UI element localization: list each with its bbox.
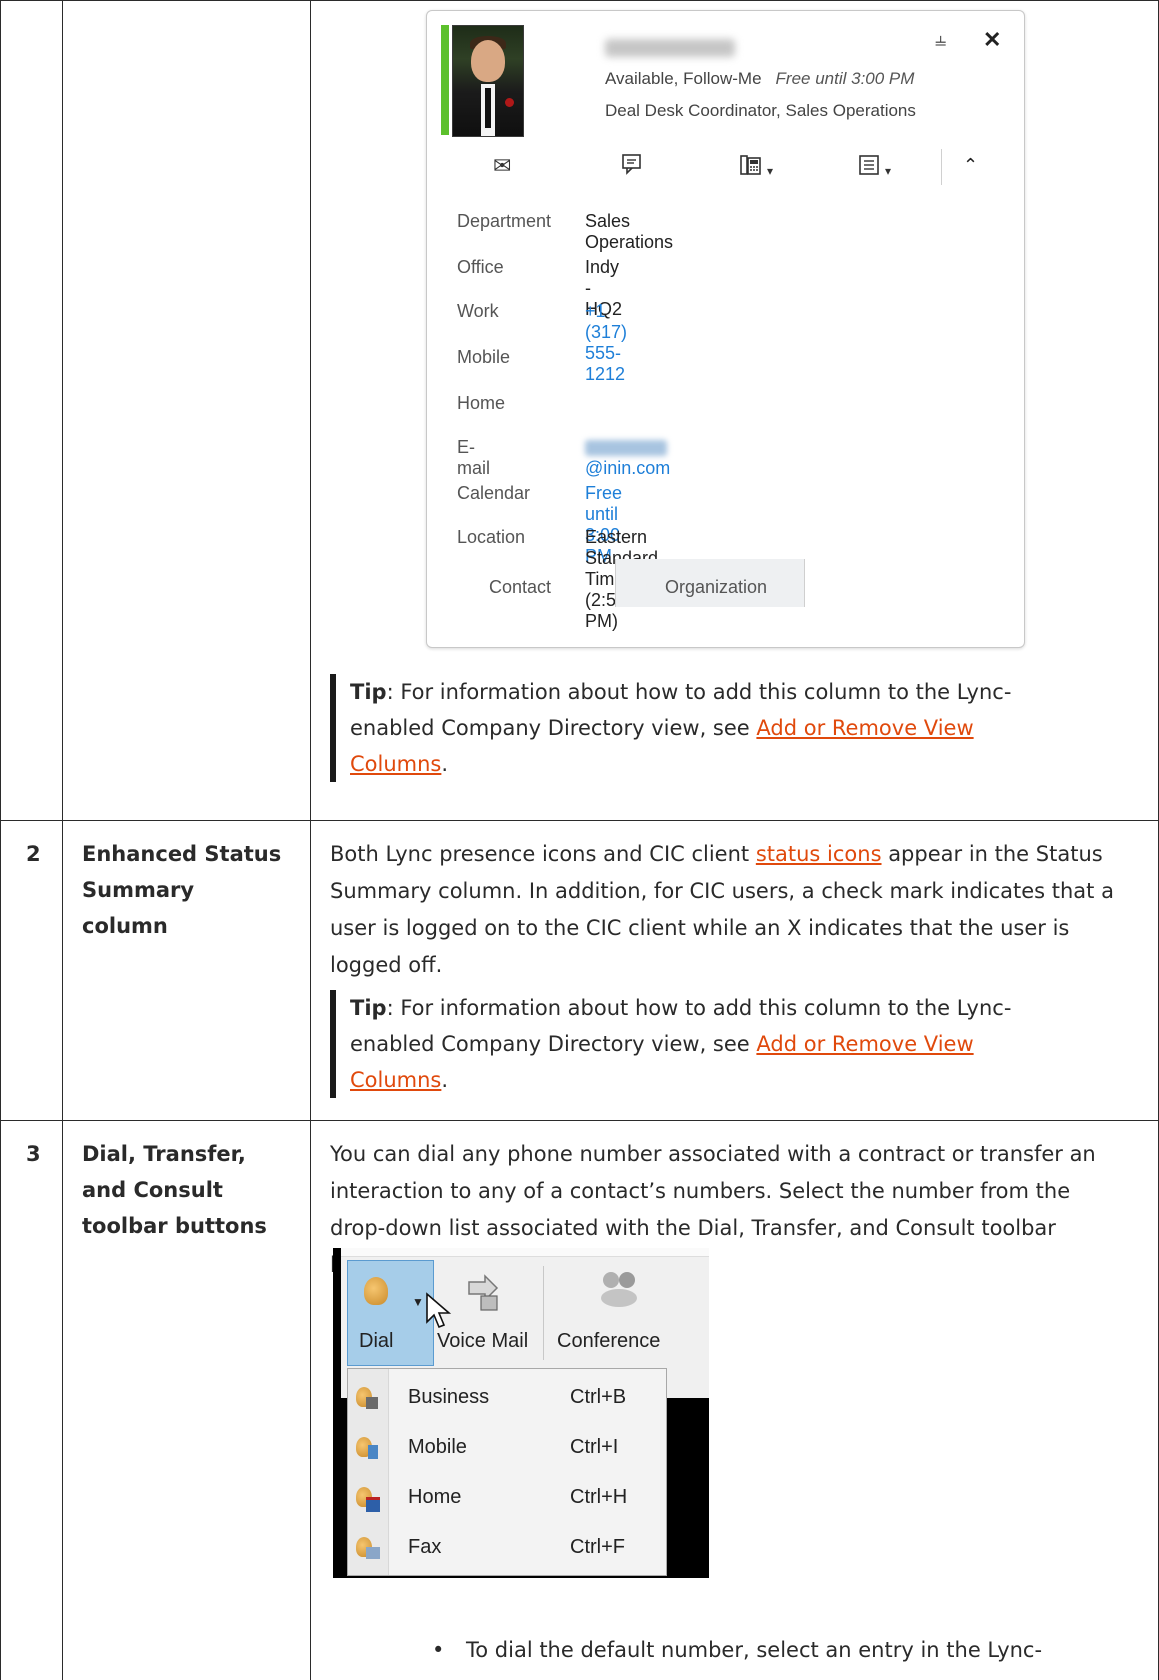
email-link[interactable]: @inin.com (585, 437, 671, 479)
dial-toolbar-screenshot: ▼ Dial Voice Mail Conference Business Ctr… (333, 1248, 709, 1578)
voicemail-icon[interactable] (463, 1272, 503, 1312)
menu-item-home[interactable]: Home Ctrl+H (348, 1473, 666, 1521)
table-column-divider-1 (62, 0, 63, 1680)
bullet-icon: • (432, 1638, 445, 1662)
contact-job-title: Deal Desk Coordinator, Sales Operations (605, 101, 916, 120)
contact-status: Available, Follow-Me Free until 3:00 PM (605, 69, 915, 88)
mobile-phone-icon (356, 1437, 380, 1459)
presence-indicator (441, 25, 449, 135)
contact-free-until: Free until 3:00 PM (775, 69, 915, 88)
table-border-top (0, 0, 1159, 1)
chat-icon[interactable] (621, 153, 643, 181)
work-phone-link[interactable]: +1 (317) 555-1212 (585, 301, 627, 385)
row-title: Dial, Transfer, and Consult toolbar butt… (82, 1142, 267, 1238)
list-icon[interactable]: ▾ (857, 153, 891, 183)
menu-item-business[interactable]: Business Ctrl+B (348, 1373, 666, 1421)
table-row-divider-2 (0, 1120, 1159, 1121)
conference-label: Conference (557, 1330, 661, 1352)
row-description: Both Lync presence icons and CIC client … (330, 842, 1114, 977)
phone-icon[interactable]: ▾ (739, 153, 773, 183)
tip-callout-2: Tip: For information about how to add th… (330, 990, 1070, 1098)
home-phone-icon (356, 1487, 380, 1512)
dial-dropdown-menu: Business Ctrl+B Mobile Ctrl+I Home Ctrl+H F… (347, 1368, 667, 1576)
close-icon[interactable]: ✕ (983, 27, 1001, 53)
status-icons-link[interactable]: status icons (756, 842, 882, 866)
row-number: 3 (26, 1142, 41, 1166)
dial-label: Dial (359, 1330, 394, 1352)
contact-card: Available, Follow-Me Free until 3:00 PM D… (426, 10, 1025, 648)
chevron-up-icon[interactable]: ⌃ (963, 155, 978, 176)
fax-icon (356, 1537, 380, 1559)
document-page: Available, Follow-Me Free until 3:00 PM D… (0, 0, 1159, 1680)
contact-photo (452, 25, 524, 137)
contact-name-redacted (605, 39, 735, 57)
voicemail-label: Voice Mail (437, 1330, 529, 1352)
toolbar-divider (543, 1266, 544, 1360)
menu-item-mobile[interactable]: Mobile Ctrl+I (348, 1423, 666, 1471)
chevron-down-icon: ▾ (767, 164, 774, 179)
conference-icon[interactable] (597, 1268, 643, 1308)
chevron-down-icon: ▾ (885, 164, 892, 179)
tab-organization[interactable]: Organization (665, 577, 767, 598)
contact-action-bar: ✉ ▾ ▾ ⌃ (427, 149, 1024, 189)
table-row-divider-1 (0, 820, 1159, 821)
card-tab-strip: Contact Organization (427, 559, 1024, 607)
mouse-cursor-icon (426, 1292, 452, 1329)
tab-contact[interactable]: Contact (489, 577, 551, 598)
table-border-left (0, 0, 1, 1680)
business-phone-icon (356, 1387, 380, 1409)
dial-icon (364, 1277, 388, 1305)
row-number: 2 (26, 842, 41, 866)
divider (941, 149, 942, 185)
pin-icon[interactable]: ⫨ (935, 29, 946, 52)
menu-item-fax[interactable]: Fax Ctrl+F (348, 1523, 666, 1571)
tip-callout-1: Tip: For information about how to add th… (330, 674, 1070, 782)
envelope-icon[interactable]: ✉ (493, 153, 511, 179)
table-column-divider-2 (310, 0, 311, 1680)
row-title: Enhanced Status Summary column (82, 842, 282, 938)
